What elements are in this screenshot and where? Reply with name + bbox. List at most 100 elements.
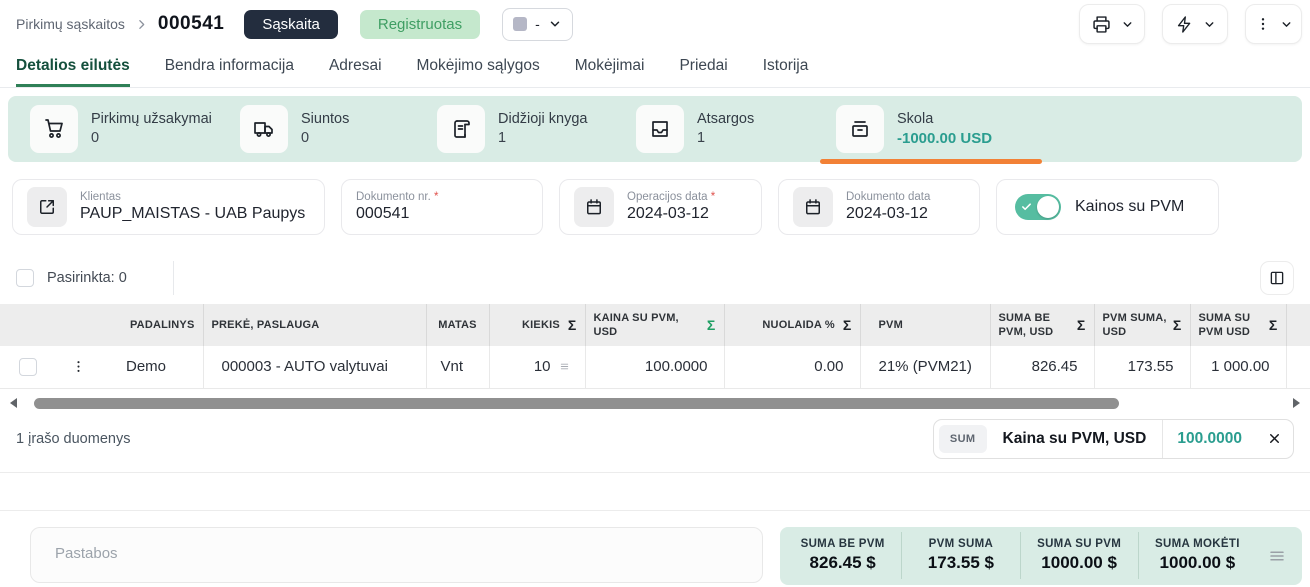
dokumento-nr-field[interactable]: Dokumento nr. * 000541 <box>341 179 543 235</box>
cell-pvm[interactable]: 21% (PVM21) <box>860 346 990 388</box>
total-suma-moketi: SUMA MOKĖTI 1000.00 $ <box>1139 532 1256 579</box>
cell-preke-paslauga[interactable]: 000003 - AUTO valytuvai <box>203 346 426 388</box>
calendar-icon <box>793 187 833 227</box>
tag-dropdown-value: - <box>535 16 540 32</box>
tab-adresai[interactable]: Adresai <box>329 48 382 87</box>
aggregation-row: 1 įrašo duomenys SUM Kaina su PVM, USD 1… <box>0 410 1310 472</box>
row-kebab-menu-icon[interactable] <box>64 358 92 375</box>
column-header-suma-be-pvm[interactable]: SUMA BE PVM, USDΣ <box>990 304 1094 346</box>
printer-icon <box>1091 14 1112 35</box>
summary-card-label: Pirkimų užsakymai <box>91 110 212 129</box>
column-header-pvm[interactable]: PVM <box>860 304 990 346</box>
cell-pvm-suma[interactable]: 173.55 <box>1094 346 1190 388</box>
operacijos-data-field[interactable]: Operacijos data * 2024-03-12 <box>559 179 762 235</box>
cell-nuolaida[interactable]: 0.00 <box>724 346 860 388</box>
tab-istorija[interactable]: Istorija <box>763 48 809 87</box>
summary-card-value: 1 <box>498 129 587 148</box>
column-header-pvm-suma[interactable]: PVM SUMA, USDΣ <box>1094 304 1190 346</box>
spacer-band <box>0 472 1310 511</box>
column-header-matas[interactable]: MATAS <box>426 304 489 346</box>
summary-card-purchase-orders[interactable]: Pirkimų užsakymai 0 <box>30 105 240 153</box>
column-header-kaina-su-pvm[interactable]: KAINA SU PVM, USDΣ <box>585 304 724 346</box>
dokumento-data-field[interactable]: Dokumento data 2024-03-12 <box>778 179 980 235</box>
active-card-indicator <box>820 159 1042 164</box>
scrollbar-thumb[interactable] <box>34 398 1119 409</box>
total-suma-be-pvm: SUMA BE PVM 826.45 $ <box>784 532 902 579</box>
column-header-nuolaida[interactable]: NUOLAIDA %Σ <box>724 304 860 346</box>
field-value: 2024-03-12 <box>846 205 930 223</box>
summary-card-inventory[interactable]: Atsargos 1 <box>636 105 836 153</box>
cell-kiekis[interactable]: 10 <box>489 346 585 388</box>
summary-card-label: Siuntos <box>301 110 349 129</box>
divider <box>173 261 174 295</box>
column-header-kiekis[interactable]: KIEKISΣ <box>489 304 585 346</box>
close-icon[interactable] <box>1256 420 1293 458</box>
scroll-right-arrow[interactable] <box>1293 398 1300 408</box>
klientas-field[interactable]: Klientas PAUP_MAISTAS - UAB Paupys <box>12 179 325 235</box>
toolbar <box>1079 4 1302 44</box>
sum-chip-value: 100.0000 <box>1162 420 1256 458</box>
sum-sigma-icon[interactable]: Σ <box>568 316 577 334</box>
tab-bendra-informacija[interactable]: Bendra informacija <box>165 48 294 87</box>
summary-card-label: Skola <box>897 110 992 129</box>
footer: SUMA BE PVM 826.45 $ PVM SUMA 173.55 $ S… <box>0 511 1310 585</box>
total-pvm-suma: PVM SUMA 173.55 $ <box>902 532 1020 579</box>
column-header-padalinys[interactable]: PADALINYS <box>0 304 203 346</box>
field-label: Dokumento data <box>846 191 930 203</box>
document-type-badge: Sąskaita <box>244 10 338 39</box>
cell-matas[interactable]: Vnt <box>426 346 489 388</box>
print-button[interactable] <box>1079 4 1145 44</box>
tab-priedai[interactable]: Priedai <box>679 48 727 87</box>
external-link-icon <box>27 187 67 227</box>
sum-sigma-icon[interactable]: Σ <box>1269 316 1278 334</box>
required-marker: * <box>711 191 715 203</box>
totals-menu-icon[interactable] <box>1256 547 1298 565</box>
summary-card-general-ledger[interactable]: Didžioji knyga 1 <box>437 105 636 153</box>
lightning-icon <box>1175 15 1194 34</box>
cell-suma-be-pvm[interactable]: 826.45 <box>990 346 1094 388</box>
cell-kaina-su-pvm[interactable]: 100.0000 <box>585 346 724 388</box>
field-label: Dokumento nr. <box>356 191 431 203</box>
sum-sigma-icon[interactable]: Σ <box>843 316 852 334</box>
column-header-suma-su-pvm[interactable]: SUMA SU PVM USDΣ <box>1190 304 1286 346</box>
column-settings-button[interactable] <box>1260 261 1294 295</box>
row-checkbox[interactable] <box>19 358 37 376</box>
field-value: 2024-03-12 <box>627 205 715 223</box>
sum-sigma-icon-active[interactable]: Σ <box>707 316 716 334</box>
selection-row: Pasirinkta: 0 <box>16 261 1294 295</box>
tab-detalios-eilutes[interactable]: Detalios eilutės <box>16 48 130 87</box>
cell-padalinys[interactable]: Demo <box>100 346 203 388</box>
scroll-left-arrow[interactable] <box>10 398 17 408</box>
cell-suma-su-pvm[interactable]: 1 000.00 <box>1190 346 1286 388</box>
summary-card-debt[interactable]: Skola -1000.00 USD <box>836 105 992 153</box>
quantity-lines-icon[interactable] <box>558 361 571 372</box>
column-header-preke-paslauga[interactable]: PREKĖ, PASLAUGA <box>203 304 426 346</box>
line-items-table: PADALINYS PREKĖ, PASLAUGA MATAS KIEKISΣ … <box>0 304 1310 389</box>
truck-icon <box>240 105 288 153</box>
summary-card-shipments[interactable]: Siuntos 0 <box>240 105 437 153</box>
chevron-down-icon <box>1121 18 1134 31</box>
field-label: Operacijos data <box>627 191 708 203</box>
actions-button[interactable] <box>1162 4 1228 44</box>
tab-mokejimo-salygos[interactable]: Mokėjimo sąlygos <box>417 48 540 87</box>
notes-input[interactable] <box>30 527 763 583</box>
breadcrumb[interactable]: Pirkimų sąskaitos <box>16 16 125 32</box>
field-value: 000541 <box>356 205 438 223</box>
selection-count: Pasirinkta: 0 <box>47 270 127 286</box>
scrollbar-track[interactable] <box>24 398 1286 409</box>
sum-sigma-icon[interactable]: Σ <box>1077 316 1086 334</box>
kainos-su-pvm-toggle[interactable] <box>1015 194 1061 220</box>
table-row: Demo 000003 - AUTO valytuvai Vnt 10 100.… <box>0 346 1310 388</box>
records-summary: 1 įrašo duomenys <box>16 431 130 447</box>
field-value: PAUP_MAISTAS - UAB Paupys <box>80 205 305 223</box>
total-suma-su-pvm: SUMA SU PVM 1000.00 $ <box>1021 532 1139 579</box>
tab-mokejimai[interactable]: Mokėjimai <box>575 48 645 87</box>
tag-dropdown[interactable]: - <box>502 8 573 41</box>
cart-icon <box>30 105 78 153</box>
sum-sigma-icon[interactable]: Σ <box>1173 316 1182 334</box>
select-all-checkbox[interactable] <box>16 269 34 287</box>
summary-card-value: -1000.00 USD <box>897 129 992 149</box>
breadcrumb-chevron-icon <box>135 18 148 31</box>
more-options-button[interactable] <box>1245 4 1302 44</box>
check-icon <box>1021 201 1032 212</box>
